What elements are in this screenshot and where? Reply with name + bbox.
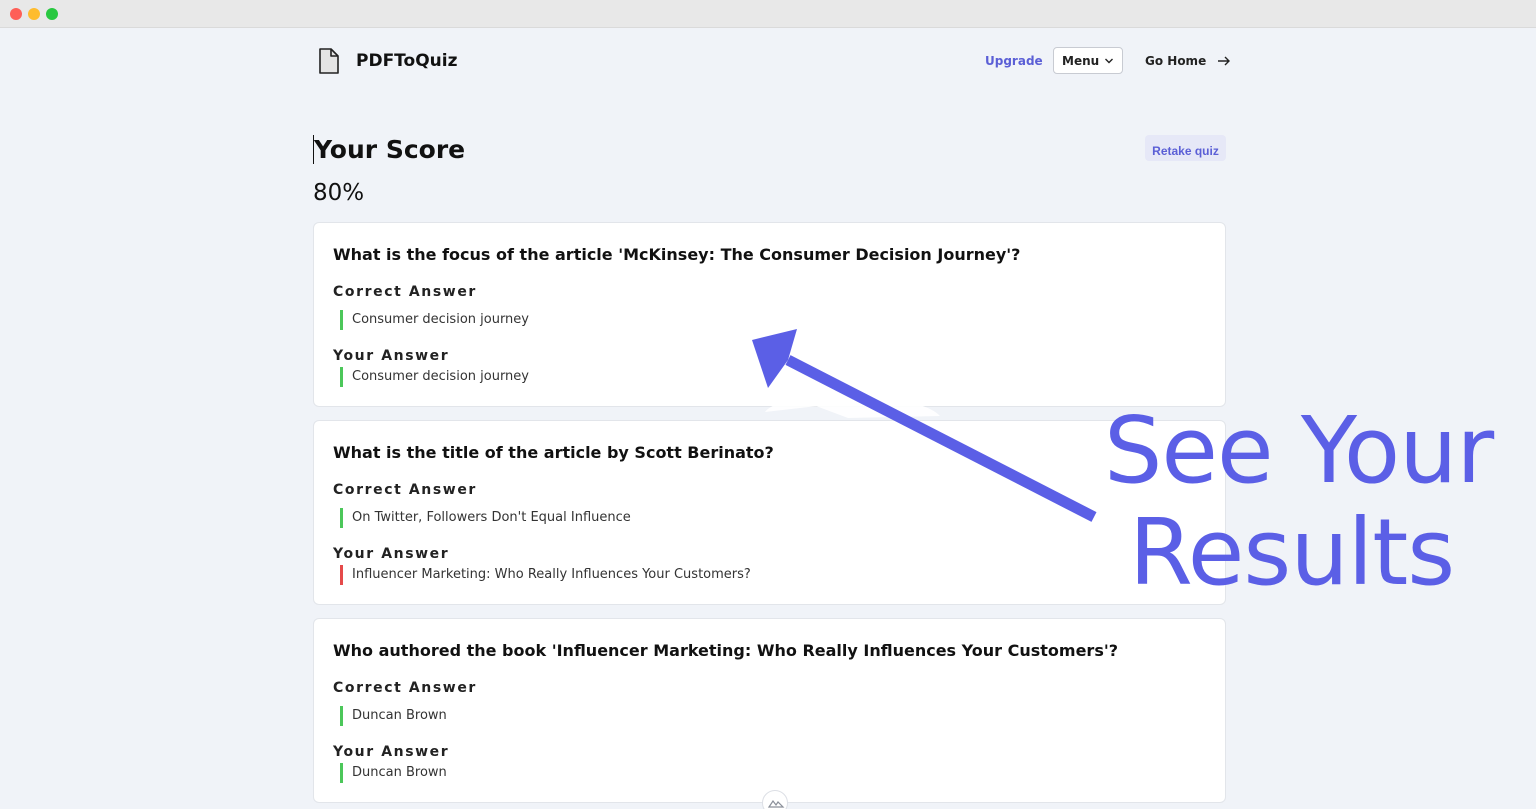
go-home-label: Go Home: [1145, 54, 1207, 68]
mountain-logo-icon[interactable]: [762, 790, 788, 809]
minimize-window-button[interactable]: [28, 8, 40, 20]
your-answer-label: Your Answer: [333, 348, 450, 364]
retake-quiz-button[interactable]: Retake quiz: [1145, 135, 1226, 161]
correct-answer-value: Consumer decision journey: [340, 310, 529, 330]
promo-line-1: See Your: [1104, 397, 1494, 504]
window-titlebar: [0, 0, 1536, 28]
menu-dropdown-button[interactable]: Menu: [1053, 47, 1123, 74]
correct-answer-label: Correct Answer: [333, 680, 477, 696]
score-value: 80%: [313, 180, 365, 206]
correct-answer-value: On Twitter, Followers Don't Equal Influe…: [340, 508, 631, 528]
top-nav: PDFToQuiz Upgrade Menu Go Home: [313, 44, 1230, 78]
upgrade-link[interactable]: Upgrade: [985, 54, 1043, 68]
your-answer-label: Your Answer: [333, 546, 450, 562]
correct-answer-label: Correct Answer: [333, 284, 477, 300]
your-answer-value: Influencer Marketing: Who Really Influen…: [340, 565, 751, 585]
question-card-2: What is the title of the article by Scot…: [313, 420, 1226, 605]
your-answer-value: Duncan Brown: [340, 763, 447, 783]
promo-line-2: Results: [1129, 499, 1455, 606]
question-card-3: Who authored the book 'Influencer Market…: [313, 618, 1226, 803]
go-home-link[interactable]: Go Home: [1145, 54, 1230, 68]
chevron-down-icon: [1105, 58, 1113, 64]
document-icon: [319, 48, 339, 74]
promo-overlay-text: See Your Results: [1104, 400, 1504, 604]
arrow-right-icon: [1218, 56, 1230, 66]
correct-answer-value: Duncan Brown: [340, 706, 447, 726]
question-text: Who authored the book 'Influencer Market…: [333, 641, 1119, 660]
maximize-window-button[interactable]: [46, 8, 58, 20]
score-title: Your Score: [313, 135, 466, 164]
correct-answer-label: Correct Answer: [333, 482, 477, 498]
your-answer-value: Consumer decision journey: [340, 367, 529, 387]
question-card-1: What is the focus of the article 'McKins…: [313, 222, 1226, 407]
question-text: What is the title of the article by Scot…: [333, 443, 774, 462]
question-text: What is the focus of the article 'McKins…: [333, 245, 1021, 264]
brand-name[interactable]: PDFToQuiz: [356, 51, 457, 71]
close-window-button[interactable]: [10, 8, 22, 20]
your-answer-label: Your Answer: [333, 744, 450, 760]
menu-label: Menu: [1062, 54, 1100, 68]
